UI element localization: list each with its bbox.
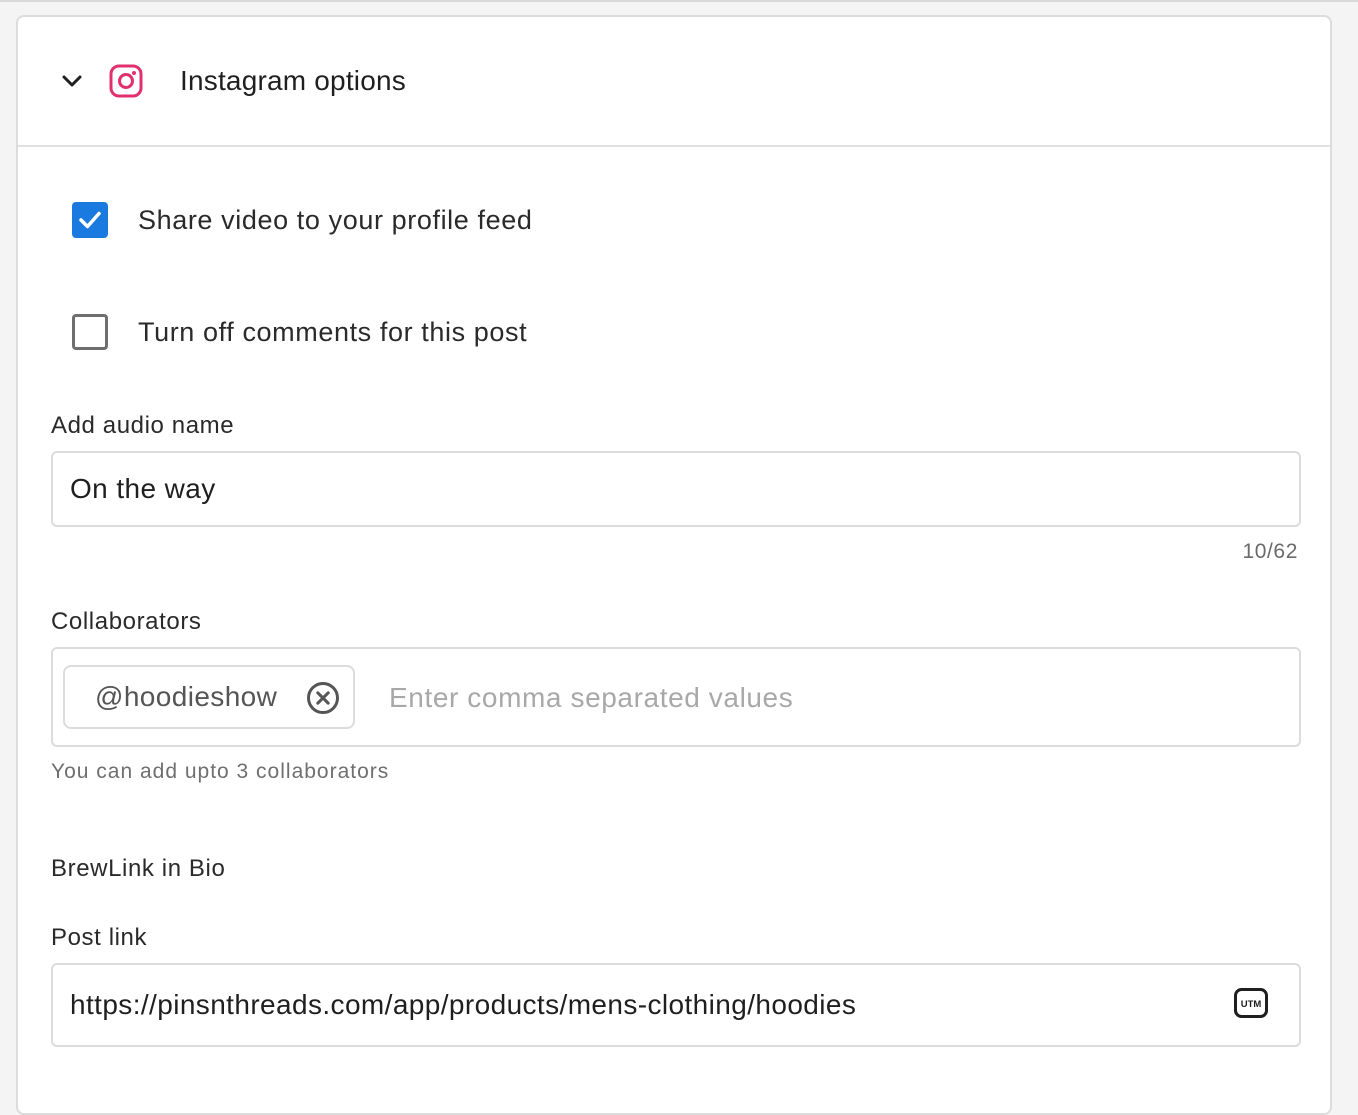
instagram-icon bbox=[109, 64, 143, 98]
turn-off-comments-label: Turn off comments for this post bbox=[138, 316, 528, 347]
collaborator-chip-label: @hoodieshow bbox=[95, 681, 278, 712]
remove-circle-icon[interactable] bbox=[305, 680, 341, 716]
turn-off-comments-checkbox[interactable] bbox=[72, 314, 108, 350]
panel-title: Instagram options bbox=[180, 65, 406, 96]
checkmark-icon bbox=[79, 211, 101, 229]
post-link-input[interactable] bbox=[51, 963, 1301, 1047]
utm-icon-text: UTM bbox=[1241, 999, 1262, 1010]
brewlink-section-title: BrewLink in Bio bbox=[51, 855, 226, 882]
collaborators-helper-text: You can add upto 3 collaborators bbox=[51, 760, 390, 783]
share-to-feed-option[interactable]: Share video to your profile feed bbox=[72, 200, 532, 240]
audio-name-label: Add audio name bbox=[51, 412, 235, 439]
turn-off-comments-option[interactable]: Turn off comments for this post bbox=[72, 312, 527, 352]
collaborators-label: Collaborators bbox=[51, 608, 202, 635]
audio-name-input[interactable] bbox=[51, 451, 1301, 527]
post-link-label: Post link bbox=[51, 924, 148, 951]
share-to-feed-label: Share video to your profile feed bbox=[138, 204, 533, 235]
utm-icon[interactable]: UTM bbox=[1233, 985, 1269, 1021]
share-to-feed-checkbox[interactable] bbox=[72, 202, 108, 238]
collaborator-chip: @hoodieshow bbox=[63, 665, 355, 729]
panel-header[interactable]: Instagram options bbox=[18, 17, 1330, 147]
audio-name-counter: 10/62 bbox=[1242, 540, 1298, 563]
chevron-down-icon[interactable] bbox=[60, 69, 84, 93]
instagram-options-panel: Instagram options Share video to your pr… bbox=[16, 15, 1332, 1115]
post-link-field: UTM bbox=[51, 963, 1301, 1047]
collaborators-input[interactable] bbox=[387, 677, 1271, 719]
collaborators-field[interactable]: @hoodieshow bbox=[51, 647, 1301, 747]
top-divider bbox=[0, 0, 1358, 2]
